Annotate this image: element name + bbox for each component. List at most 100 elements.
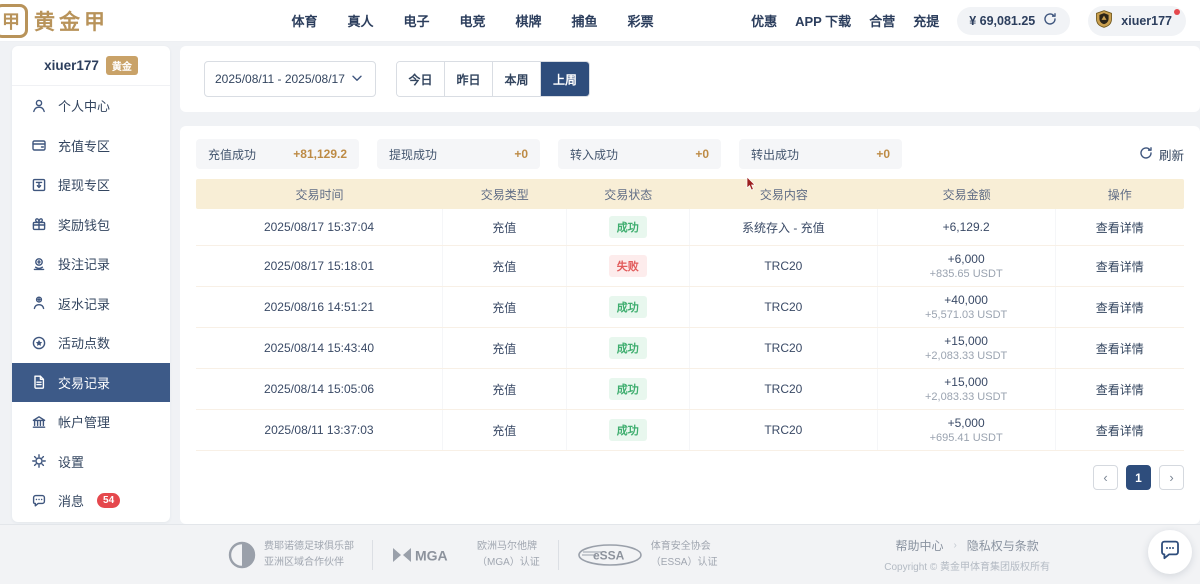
table-row: 2025/08/11 13:37:03 充值 成功 TRC20 +5,000+6… — [196, 410, 1184, 451]
sidebar-item-设置[interactable]: 设置 — [12, 442, 170, 482]
summary-转出成功: 转出成功+0 — [739, 139, 902, 169]
pagination: ‹ 1 › — [196, 465, 1184, 490]
view-details-link[interactable]: 查看详情 — [1096, 340, 1144, 357]
cell-transaction-time: 2025/08/16 14:51:21 — [196, 287, 443, 327]
table-row: 2025/08/16 14:51:21 充值 成功 TRC20 +40,000+… — [196, 287, 1184, 328]
prev-page-button[interactable]: ‹ — [1093, 465, 1118, 490]
tab-本周[interactable]: 本周 — [493, 62, 541, 96]
live-chat-button[interactable] — [1148, 530, 1192, 574]
deposit-icon — [30, 137, 47, 154]
cell-transaction-type: 充值 — [443, 287, 567, 327]
filter-bar: 2025/08/11 - 2025/08/17 今日昨日本周上周 — [180, 46, 1200, 112]
sidebar-item-返水记录[interactable]: 返水记录 — [12, 284, 170, 324]
table-row: 2025/08/17 15:37:04 充值 成功 系统存入 - 充值 +6,1… — [196, 209, 1184, 246]
cell-transaction-time: 2025/08/14 15:43:40 — [196, 328, 443, 368]
link-separator: › — [953, 540, 956, 551]
cell-transaction-time: 2025/08/14 15:05:06 — [196, 369, 443, 409]
cell-transaction-content: TRC20 — [690, 410, 878, 450]
bet-record-icon — [30, 255, 47, 272]
refresh-button[interactable]: 刷新 — [1138, 145, 1184, 164]
user-menu[interactable]: xiuer177 — [1088, 6, 1186, 36]
sidebar-item-个人中心[interactable]: 个人中心 — [12, 86, 170, 126]
cell-transaction-amount: +6,000+835.65 USDT — [878, 246, 1056, 286]
sidebar-item-奖励钱包[interactable]: 奖励钱包 — [12, 205, 170, 245]
cell-transaction-content: TRC20 — [690, 328, 878, 368]
refresh-label: 刷新 — [1159, 145, 1184, 164]
nav-item-电竞[interactable]: 电竞 — [460, 11, 486, 30]
refresh-balance-icon[interactable] — [1042, 11, 1058, 30]
sidebar-item-活动点数[interactable]: 活动点数 — [12, 323, 170, 363]
sidebar-item-充值专区[interactable]: 充值专区 — [12, 126, 170, 166]
cell-action: 查看详情 — [1056, 287, 1184, 327]
view-details-link[interactable]: 查看详情 — [1096, 381, 1144, 398]
cell-transaction-status: 成功 — [567, 287, 691, 327]
transactions-table: 交易时间交易类型交易状态交易内容交易金额操作 2025/08/17 15:37:… — [196, 179, 1184, 451]
logo-icon: 甲 — [0, 4, 28, 38]
nav-item-捕鱼[interactable]: 捕鱼 — [572, 11, 598, 30]
tab-上周[interactable]: 上周 — [541, 62, 589, 96]
site-logo[interactable]: 甲 黄金甲 — [0, 4, 194, 38]
transactions-panel: 充值成功+81,129.2提现成功+0转入成功+0转出成功+0 刷新 交易时间交… — [180, 126, 1200, 524]
summary-提现成功: 提现成功+0 — [377, 139, 540, 169]
footer-link-隐私权与条款[interactable]: 隐私权与条款 — [967, 537, 1039, 554]
amount-usdt-value: +2,083.33 USDT — [925, 391, 1007, 403]
page-1-button[interactable]: 1 — [1126, 465, 1151, 490]
cell-transaction-time: 2025/08/17 15:37:04 — [196, 209, 443, 245]
nav-item-棋牌[interactable]: 棋牌 — [516, 11, 542, 30]
document-icon — [30, 374, 47, 391]
balance-display[interactable]: ¥ 69,081.25 — [957, 7, 1070, 35]
sidebar-item-label: 提现专区 — [58, 175, 110, 194]
cell-transaction-type: 充值 — [443, 246, 567, 286]
main-nav: 体育 真人 电子 电竞 棋牌 捕鱼 彩票 — [194, 11, 751, 30]
sidebar-item-提现专区[interactable]: 提现专区 — [12, 165, 170, 205]
view-details-link[interactable]: 查看详情 — [1096, 422, 1144, 439]
header-link-合营[interactable]: 合营 — [869, 11, 895, 30]
sidebar-item-交易记录[interactable]: 交易记录 — [12, 363, 170, 403]
nav-item-彩票[interactable]: 彩票 — [628, 11, 654, 30]
header-link-APP 下载[interactable]: APP 下载 — [795, 11, 851, 30]
cell-transaction-content: TRC20 — [690, 369, 878, 409]
cell-action: 查看详情 — [1056, 246, 1184, 286]
view-details-link[interactable]: 查看详情 — [1096, 299, 1144, 316]
amount-usdt-value: +695.41 USDT — [930, 432, 1003, 444]
header-link-优惠[interactable]: 优惠 — [751, 11, 777, 30]
view-details-link[interactable]: 查看详情 — [1096, 219, 1144, 236]
amount-value: +15,000 — [944, 334, 988, 348]
nav-item-体育[interactable]: 体育 — [291, 11, 317, 30]
tab-昨日[interactable]: 昨日 — [445, 62, 493, 96]
footer-link-帮助中心[interactable]: 帮助中心 — [895, 537, 943, 554]
sidebar-item-帐户管理[interactable]: 帐户管理 — [12, 402, 170, 442]
cell-transaction-content: TRC20 — [690, 246, 878, 286]
date-range-picker[interactable]: 2025/08/11 - 2025/08/17 — [204, 61, 376, 97]
nav-item-电子[interactable]: 电子 — [404, 11, 430, 30]
gift-icon — [30, 216, 47, 233]
cell-transaction-type: 充值 — [443, 209, 567, 245]
view-details-link[interactable]: 查看详情 — [1096, 258, 1144, 275]
amount-value: +5,000 — [948, 416, 985, 430]
header-link-充提[interactable]: 充提 — [913, 11, 939, 30]
date-range-value: 2025/08/11 - 2025/08/17 — [215, 72, 345, 86]
table-header: 交易时间交易类型交易状态交易内容交易金额操作 — [196, 179, 1184, 209]
cell-transaction-amount: +6,129.2 — [878, 209, 1056, 245]
nav-item-真人[interactable]: 真人 — [347, 11, 373, 30]
summary-row: 充值成功+81,129.2提现成功+0转入成功+0转出成功+0 刷新 — [196, 139, 1184, 169]
feyenoord-logo — [228, 541, 256, 569]
top-header: 甲 黄金甲 体育 真人 电子 电竞 棋牌 捕鱼 彩票 优惠 APP 下载合营充提 ¥ 69,0… — [0, 0, 1200, 42]
summary-充值成功: 充值成功+81,129.2 — [196, 139, 359, 169]
sidebar-item-投注记录[interactable]: 投注记录 — [12, 244, 170, 284]
summary-label: 转入成功 — [570, 146, 618, 163]
cell-transaction-time: 2025/08/17 15:18:01 — [196, 246, 443, 286]
tab-今日[interactable]: 今日 — [397, 62, 445, 96]
status-badge: 成功 — [609, 419, 647, 441]
cell-transaction-amount: +5,000 +695.41 USDT — [878, 410, 1056, 450]
vip-level-badge: 黄金 — [106, 56, 138, 75]
balance-amount: ¥ 69,081.25 — [969, 14, 1035, 28]
cell-transaction-type: 充值 — [443, 410, 567, 450]
message-icon — [30, 492, 47, 509]
sidebar-item-label: 消息 — [58, 491, 84, 510]
column-header-交易时间: 交易时间 — [196, 186, 443, 203]
star-icon — [30, 334, 47, 351]
partner-text: 体育安全协会（ESSA）认证 — [651, 539, 718, 570]
next-page-button[interactable]: › — [1159, 465, 1184, 490]
sidebar-item-消息[interactable]: 消息54 — [12, 481, 170, 521]
